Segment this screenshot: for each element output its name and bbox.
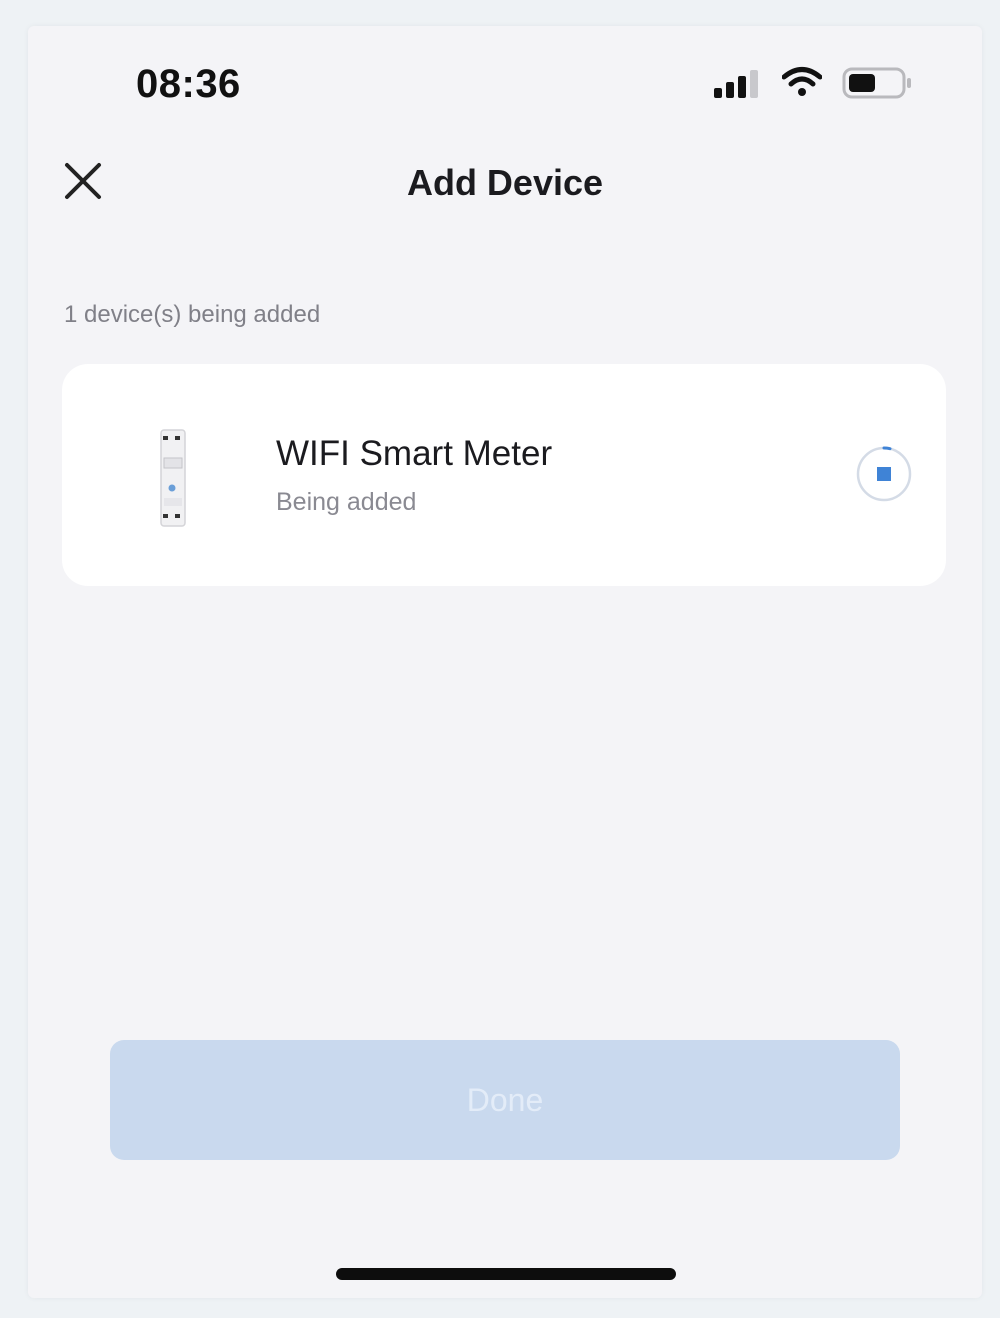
cellular-signal-icon [714,70,758,98]
devices-being-added-count: 1 device(s) being added [64,301,321,328]
battery-icon [842,67,911,99]
status-time: 08:36 [136,62,241,106]
device-status: Being added [276,488,417,516]
done-button[interactable]: Done [110,1040,900,1160]
device-name: WIFI Smart Meter [276,434,553,473]
wifi-icon [782,67,822,96]
device-card[interactable]: WIFI Smart Meter Being added [62,364,946,586]
phone-screen: 08:36 Add Device 1 device(s) being added [28,26,982,1298]
device-image [160,429,186,527]
page-title: Add Device [406,162,604,203]
home-indicator[interactable] [336,1268,676,1280]
stop-progress-icon[interactable] [854,444,914,504]
